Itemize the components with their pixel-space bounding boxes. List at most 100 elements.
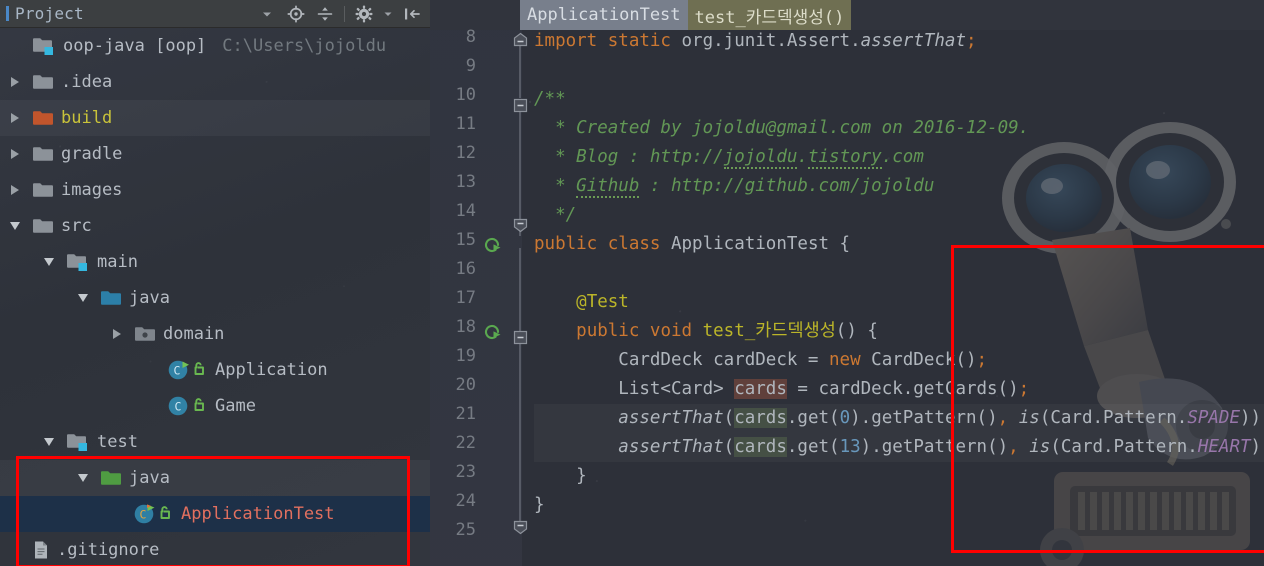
project-path-text: C:\Users\jojoldu xyxy=(222,36,387,56)
run-test-gutter-icon[interactable] xyxy=(482,321,504,343)
line-number: 17 xyxy=(455,288,476,308)
line-number: 25 xyxy=(455,520,476,540)
code-line-13[interactable]: * Github : http://github.com/jojoldu xyxy=(534,172,1264,201)
code-line-8[interactable]: import static org.junit.Assert.assertTha… xyxy=(534,30,1264,56)
code-line-24[interactable]: } xyxy=(534,491,1264,520)
tree-node-images[interactable]: images xyxy=(0,172,430,208)
tree-node-label: build xyxy=(61,108,113,128)
tree-node-java[interactable]: java xyxy=(0,460,430,496)
code-line-15[interactable]: public class ApplicationTest { xyxy=(534,230,1264,259)
run-test-gutter-icon[interactable] xyxy=(482,234,504,256)
tree-node-label: Game xyxy=(215,396,256,416)
tree-toggle-down-icon[interactable] xyxy=(6,208,24,244)
tree-node-game[interactable]: C Game xyxy=(0,388,430,424)
tree-node-java[interactable]: java xyxy=(0,280,430,316)
tree-node-label: java xyxy=(129,468,170,488)
toolbar-divider xyxy=(344,5,345,22)
runnable-class-icon: C xyxy=(168,359,208,381)
line-number: 23 xyxy=(455,462,476,482)
tree-node-label: oop-java [oop] xyxy=(63,36,207,56)
line-number: 9 xyxy=(465,56,476,76)
tree-node--gitignore[interactable]: .gitignore xyxy=(0,532,430,566)
code-line-20[interactable]: List<Card> cards = cardDeck.getCards(); xyxy=(534,375,1264,404)
code-line-19[interactable]: CardDeck cardDeck = new CardDeck(); xyxy=(534,346,1264,375)
module-folder-icon xyxy=(32,36,56,56)
tree-node-label: images xyxy=(61,180,123,200)
code-line-14[interactable]: */ xyxy=(534,201,1264,230)
chevron-down-icon-gear[interactable] xyxy=(383,4,393,24)
tree-node--idea[interactable]: .idea xyxy=(0,64,430,100)
collapse-all-icon[interactable] xyxy=(315,4,335,24)
tree-toggle-down-icon[interactable] xyxy=(74,280,92,316)
code-line-21[interactable]: assertThat(cards.get(0).getPattern(), is… xyxy=(534,404,1264,433)
tree-node-main[interactable]: main xyxy=(0,244,430,280)
fold-region-line xyxy=(519,106,521,236)
tree-node-label: domain xyxy=(163,324,225,344)
tree-node-domain[interactable]: domain xyxy=(0,316,430,352)
panel-accent-bar xyxy=(6,6,9,21)
breadcrumb-item-0[interactable]: ApplicationTest xyxy=(520,0,688,30)
chevron-down-icon[interactable] xyxy=(257,4,277,24)
module-folder-icon xyxy=(66,432,90,452)
tree-node-gradle[interactable]: gradle xyxy=(0,136,430,172)
code-line-9[interactable] xyxy=(534,56,1264,85)
tree-node-label: Application xyxy=(215,360,328,380)
line-number: 21 xyxy=(455,404,476,424)
locate-target-icon[interactable] xyxy=(286,4,306,24)
tree-toggle-right-icon[interactable] xyxy=(6,136,24,172)
code-line-16[interactable] xyxy=(534,259,1264,288)
line-number: 15 xyxy=(455,230,476,250)
tree-node-build[interactable]: build xyxy=(0,100,430,136)
tree-node-applicationtest[interactable]: C ApplicationTest xyxy=(0,496,430,532)
fold-region-line xyxy=(519,248,521,528)
folder-excluded-icon xyxy=(32,109,54,127)
svg-text:C: C xyxy=(175,400,182,414)
tree-toggle-right-icon[interactable] xyxy=(108,316,126,352)
code-line-22[interactable]: assertThat(cards.get(13).getPattern(), i… xyxy=(534,433,1264,462)
tree-node-src[interactable]: src xyxy=(0,208,430,244)
code-line-11[interactable]: * Created by jojoldu@gmail.com on 2016-1… xyxy=(534,114,1264,143)
tree-node-label: ApplicationTest xyxy=(181,504,335,524)
tree-toggle-right-icon[interactable] xyxy=(6,64,24,100)
tree-toggle-down-icon[interactable] xyxy=(40,424,58,460)
line-number: 10 xyxy=(455,85,476,105)
breadcrumb-item-1[interactable]: test_카드덱생성() xyxy=(687,0,852,30)
line-number: 13 xyxy=(455,172,476,192)
tree-toggle-right-icon[interactable] xyxy=(6,172,24,208)
tree-node-oop-java--oop-[interactable]: oop-java [oop] C:\Users\jojoldu xyxy=(0,28,430,64)
tree-node-label: gradle xyxy=(61,144,123,164)
project-tree[interactable]: oop-java [oop] C:\Users\jojoldu .idea build… xyxy=(0,28,430,566)
code-line-18[interactable]: public void test_카드덱생성() { xyxy=(534,317,1264,346)
code-line-10[interactable]: /** xyxy=(534,85,1264,114)
code-line-25[interactable] xyxy=(534,520,1264,549)
tree-node-label: test xyxy=(97,432,138,452)
breadcrumb[interactable]: ApplicationTest test_카드덱생성() xyxy=(430,0,1264,30)
hide-panel-icon[interactable] xyxy=(402,4,422,24)
gear-icon[interactable] xyxy=(354,4,374,24)
editor-gutter[interactable]: 8 9 10 11 12 13 14 15 16 17 18 19 20 21 22 23 24 25 xyxy=(430,27,528,566)
code-line-23[interactable]: } xyxy=(534,462,1264,491)
runnable-test-class-icon: C xyxy=(134,503,174,525)
source-root-icon xyxy=(100,289,122,307)
svg-text:C: C xyxy=(174,364,181,378)
tree-toggle-down-icon[interactable] xyxy=(40,244,58,280)
tree-toggle-down-icon[interactable] xyxy=(74,460,92,496)
module-folder-icon xyxy=(66,252,90,272)
code-text[interactable]: import static org.junit.Assert.assertTha… xyxy=(522,30,1264,566)
tree-node-label: main xyxy=(97,252,138,272)
code-editor: ApplicationTest test_카드덱생성() 8 9 10 11 12 13 14… xyxy=(430,0,1264,566)
tree-node-test[interactable]: test xyxy=(0,424,430,460)
tree-toggle-right-icon[interactable] xyxy=(6,100,24,136)
code-line-17[interactable]: @Test xyxy=(534,288,1264,317)
fold-region-line xyxy=(519,40,521,98)
code-line-12[interactable]: * Blog : http://jojoldu.tistory.com xyxy=(534,143,1264,172)
line-number: 24 xyxy=(455,491,476,511)
tree-node-application[interactable]: C Application xyxy=(0,352,430,388)
line-number: 8 xyxy=(465,27,476,47)
line-number: 19 xyxy=(455,346,476,366)
line-number: 12 xyxy=(455,143,476,163)
